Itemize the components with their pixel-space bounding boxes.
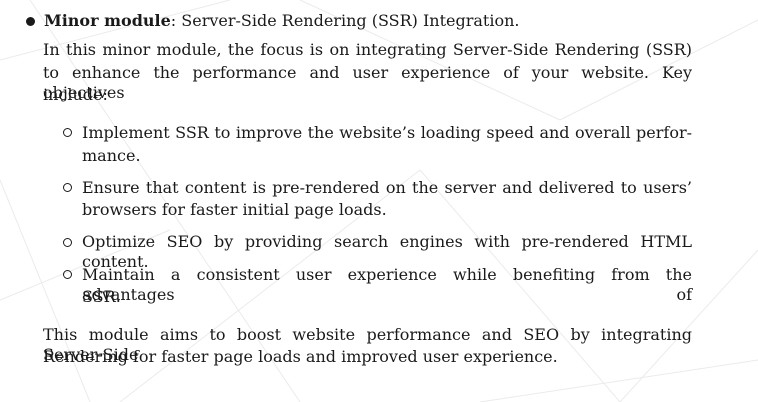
sub-bullet-icon <box>63 183 72 192</box>
section-title-bold: Minor module <box>44 11 171 30</box>
sub-bullet-icon <box>63 128 72 137</box>
sub-bullet-icon <box>63 238 72 247</box>
intro-line-2: to enhance the performance and user expe… <box>43 63 692 102</box>
section-heading: Minor module: Server-Side Rendering (SSR… <box>44 11 519 31</box>
objective-1-line-1: Implement SSR to improve the website’s l… <box>82 123 692 142</box>
sub-bullet-icon <box>63 270 72 279</box>
intro-line-1: In this minor module, the focus is on in… <box>43 40 692 59</box>
objective-4-line-1: Maintain a consistent user experience wh… <box>82 265 692 304</box>
intro-line-3: include: <box>43 85 108 104</box>
objective-2-line-2: browsers for faster initial page loads. <box>82 200 387 219</box>
summary-line-2: Rendering for faster page loads and impr… <box>43 347 558 366</box>
objective-2-line-1: Ensure that content is pre-rendered on t… <box>82 178 692 197</box>
section-title-rest: : Server-Side Rendering (SSR) Integratio… <box>170 11 520 30</box>
objective-1-line-2: mance. <box>82 146 141 165</box>
objective-4-line-2: SSR. <box>82 287 121 306</box>
document-page: Minor module: Server-Side Rendering (SSR… <box>0 0 758 402</box>
bullet-icon <box>26 17 35 26</box>
